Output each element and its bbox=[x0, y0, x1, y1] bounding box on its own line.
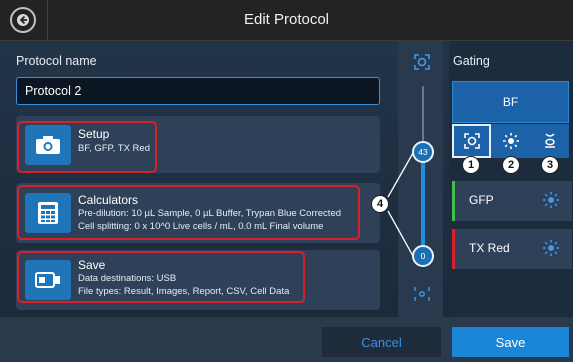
sun-icon[interactable] bbox=[542, 191, 560, 212]
sun-icon bbox=[502, 133, 519, 149]
focus-icon bbox=[413, 53, 431, 76]
slider-track-active bbox=[421, 156, 425, 256]
txred-channel-button[interactable]: TX Red bbox=[452, 229, 572, 269]
gate-icon bbox=[544, 133, 555, 148]
calculators-highlight bbox=[17, 185, 360, 240]
defocus-icon bbox=[413, 285, 431, 308]
page-title: Edit Protocol bbox=[243, 11, 330, 28]
bf-focus-tab[interactable] bbox=[452, 124, 491, 158]
setup-highlight bbox=[17, 121, 157, 173]
main-content: Protocol name Setup BF, GFP, TX Red Calc… bbox=[0, 41, 573, 317]
protocol-name-label: Protocol name bbox=[16, 54, 97, 68]
txred-label: TX Red bbox=[469, 241, 510, 255]
save-highlight bbox=[17, 251, 305, 303]
bf-channel-button[interactable]: BF bbox=[452, 81, 569, 123]
cancel-button[interactable]: Cancel bbox=[322, 327, 441, 357]
bf-gate-tab[interactable] bbox=[530, 124, 569, 158]
save-button[interactable]: Save bbox=[452, 327, 569, 357]
gating-label: Gating bbox=[453, 54, 490, 68]
header-bar: Edit Protocol bbox=[0, 0, 573, 41]
callout-1: 1 bbox=[462, 156, 480, 174]
sun-icon[interactable] bbox=[542, 239, 560, 260]
gfp-channel-button[interactable]: GFP bbox=[452, 181, 572, 221]
callout-3: 3 bbox=[541, 156, 559, 174]
callout-4: 4 bbox=[371, 195, 389, 213]
gfp-label: GFP bbox=[469, 193, 494, 207]
protocol-name-input[interactable] bbox=[16, 77, 380, 105]
bf-light-tab[interactable] bbox=[491, 124, 530, 158]
callout-2: 2 bbox=[502, 156, 520, 174]
focus-icon bbox=[463, 133, 480, 149]
